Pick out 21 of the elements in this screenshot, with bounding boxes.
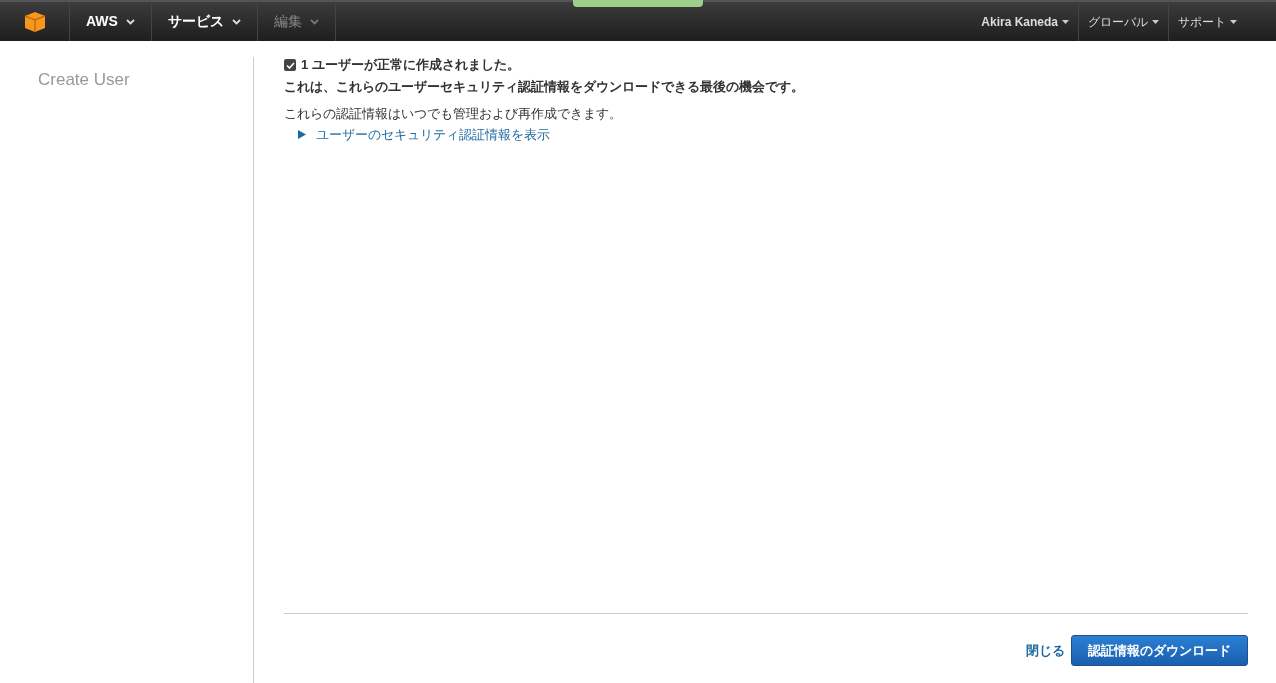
nav-menu-button[interactable]: AWS [70,2,152,41]
download-button[interactable]: 認証情報のダウンロード [1071,635,1248,666]
nav-menu-button[interactable]: サポート [1168,2,1246,41]
caret-icon [231,18,241,25]
cube-logo-icon [23,10,46,33]
caret-icon [1062,19,1069,24]
checkbox[interactable] [284,59,296,71]
note-text: これらの認証情報はいつでも管理および再作成できます。 [284,104,623,123]
triangle-icon [298,130,306,140]
sidebar-title: Create User [38,70,130,89]
credentials-toggle-link[interactable]: ユーザーのセキュリティ認証情報を表示 [298,125,550,145]
nav-menu-button[interactable]: グローバル [1078,2,1168,41]
caret-icon [1230,19,1237,24]
caret-icon [309,18,319,25]
warning-message: これは、これらのユーザーセキュリティ認証情報をダウンロードできる最後の機会です。 [284,78,805,96]
success-message: 1 ユーザーが正常に作成されました。 [301,56,520,75]
nav-menu-button[interactable]: Akira Kaneda [972,2,1078,41]
caret-icon [1152,19,1159,24]
nav-menu-button[interactable]: サービス [151,2,258,41]
caret-icon [125,18,135,25]
close-link[interactable]: 閉じる [1026,640,1065,661]
